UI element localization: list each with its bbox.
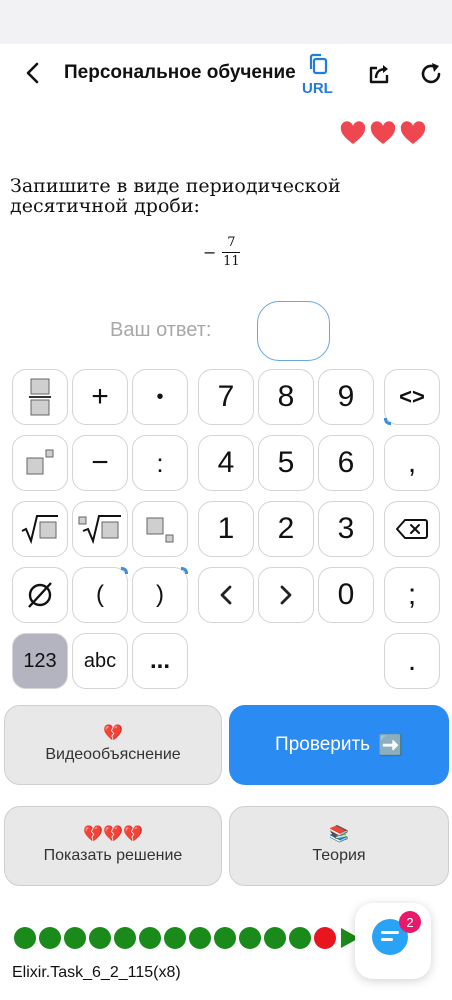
key-nth-root[interactable] bbox=[72, 501, 128, 557]
key-7[interactable]: 7 bbox=[198, 369, 254, 425]
power-icon bbox=[26, 449, 54, 475]
nthroot-icon bbox=[78, 515, 121, 544]
key-subscript[interactable] bbox=[132, 501, 188, 557]
theory-button[interactable]: 📚 Теория bbox=[229, 806, 449, 886]
key-divide[interactable]: : bbox=[132, 435, 188, 491]
key-cursor-right[interactable] bbox=[258, 567, 314, 623]
progress-dot-done[interactable] bbox=[214, 927, 236, 949]
progress-dot-current[interactable] bbox=[314, 927, 336, 949]
key-2[interactable]: 2 bbox=[258, 501, 314, 557]
sqrt-icon bbox=[21, 515, 58, 544]
key-1[interactable]: 1 bbox=[198, 501, 254, 557]
arrow-right-icon: ➡️ bbox=[378, 734, 403, 757]
key-semicolon[interactable]: ; bbox=[384, 567, 440, 623]
progress-dot-done[interactable] bbox=[139, 927, 161, 949]
refresh-button[interactable] bbox=[417, 60, 445, 88]
backspace-icon bbox=[396, 519, 428, 539]
heart-icon bbox=[370, 121, 396, 144]
key-multiply[interactable]: • bbox=[132, 369, 188, 425]
answer-label: Ваш ответ: bbox=[110, 319, 212, 341]
share-icon bbox=[369, 65, 389, 84]
page-title: Персональное обучение bbox=[64, 62, 296, 83]
key-3[interactable]: 3 bbox=[318, 501, 374, 557]
key-decimal-point[interactable]: . bbox=[384, 633, 440, 689]
key-8[interactable]: 8 bbox=[258, 369, 314, 425]
progress-dot-done[interactable] bbox=[289, 927, 311, 949]
fraction-denominator: 11 bbox=[223, 254, 240, 269]
url-label: URL bbox=[302, 80, 333, 97]
chat-button[interactable]: 2 bbox=[355, 903, 431, 979]
key-cursor-left[interactable] bbox=[198, 567, 254, 623]
check-answer-button[interactable]: Проверить ➡️ bbox=[229, 705, 449, 785]
key-corner-marker bbox=[181, 567, 188, 574]
task-id-label: Elixir.Task_6_2_115(x8) bbox=[12, 964, 181, 981]
broken-heart-icon: 💔💔💔 bbox=[83, 826, 143, 843]
chat-badge: 2 bbox=[399, 911, 421, 933]
chevron-left-icon bbox=[220, 585, 232, 605]
back-button[interactable] bbox=[18, 58, 48, 88]
progress-dot-done[interactable] bbox=[264, 927, 286, 949]
key-close-paren[interactable]: ) bbox=[132, 567, 188, 623]
key-more-symbols[interactable]: ... bbox=[132, 633, 188, 689]
key-9[interactable]: 9 bbox=[318, 369, 374, 425]
heart-icon bbox=[400, 121, 426, 144]
status-bar bbox=[0, 0, 452, 44]
broken-heart-icon: 💔 bbox=[103, 725, 123, 742]
chevron-left-icon bbox=[26, 62, 39, 84]
progress-dot-done[interactable] bbox=[39, 927, 61, 949]
progress-dot-done[interactable] bbox=[189, 927, 211, 949]
share-button[interactable] bbox=[366, 60, 394, 88]
key-fraction[interactable] bbox=[12, 369, 68, 425]
key-corner-marker bbox=[121, 567, 128, 574]
key-corner-marker bbox=[384, 418, 391, 425]
lives-hearts bbox=[340, 121, 426, 147]
copy-icon bbox=[309, 53, 328, 75]
key-mode-letters[interactable]: abc bbox=[72, 633, 128, 689]
progress-dot-done[interactable] bbox=[64, 927, 86, 949]
key-empty-set[interactable] bbox=[12, 567, 68, 623]
subscript-icon bbox=[146, 517, 174, 543]
question-expression: − 7 11 bbox=[203, 235, 241, 269]
key-open-paren[interactable]: ( bbox=[72, 567, 128, 623]
chevron-right-icon bbox=[280, 585, 292, 605]
key-5[interactable]: 5 bbox=[258, 435, 314, 491]
show-solution-button[interactable]: 💔💔💔 Показать решение bbox=[4, 806, 222, 886]
video-explanation-button[interactable]: 💔 Видеообъяснение bbox=[4, 705, 222, 785]
emptyset-icon bbox=[28, 582, 52, 608]
question-text: Запишите в виде периодической десятичной… bbox=[10, 175, 341, 217]
copy-url-button[interactable]: URL bbox=[300, 50, 338, 100]
key-backspace[interactable] bbox=[384, 501, 440, 557]
progress-dot-done[interactable] bbox=[164, 927, 186, 949]
key-4[interactable]: 4 bbox=[198, 435, 254, 491]
key-plus[interactable]: + bbox=[72, 369, 128, 425]
fraction-icon bbox=[29, 378, 51, 416]
key-mode-numbers[interactable]: 123 bbox=[12, 633, 68, 689]
progress-dot-done[interactable] bbox=[239, 927, 261, 949]
fraction-bar bbox=[222, 252, 241, 253]
key-0[interactable]: 0 bbox=[318, 567, 374, 623]
key-cursor-move[interactable]: <> bbox=[384, 369, 440, 425]
refresh-icon bbox=[421, 63, 441, 84]
progress-dot-done[interactable] bbox=[14, 927, 36, 949]
books-icon: 📚 bbox=[329, 826, 349, 843]
answer-input[interactable] bbox=[257, 301, 330, 361]
progress-dot-done[interactable] bbox=[114, 927, 136, 949]
key-sqrt[interactable] bbox=[12, 501, 68, 557]
expression-sign: − bbox=[203, 243, 217, 262]
heart-icon bbox=[340, 121, 366, 144]
key-minus[interactable]: − bbox=[72, 435, 128, 491]
progress-dot-done[interactable] bbox=[89, 927, 111, 949]
key-6[interactable]: 6 bbox=[318, 435, 374, 491]
app-header: Персональное обучение URL bbox=[0, 44, 452, 104]
key-power[interactable] bbox=[12, 435, 68, 491]
key-comma[interactable]: , bbox=[384, 435, 440, 491]
fraction-numerator: 7 bbox=[227, 235, 236, 250]
